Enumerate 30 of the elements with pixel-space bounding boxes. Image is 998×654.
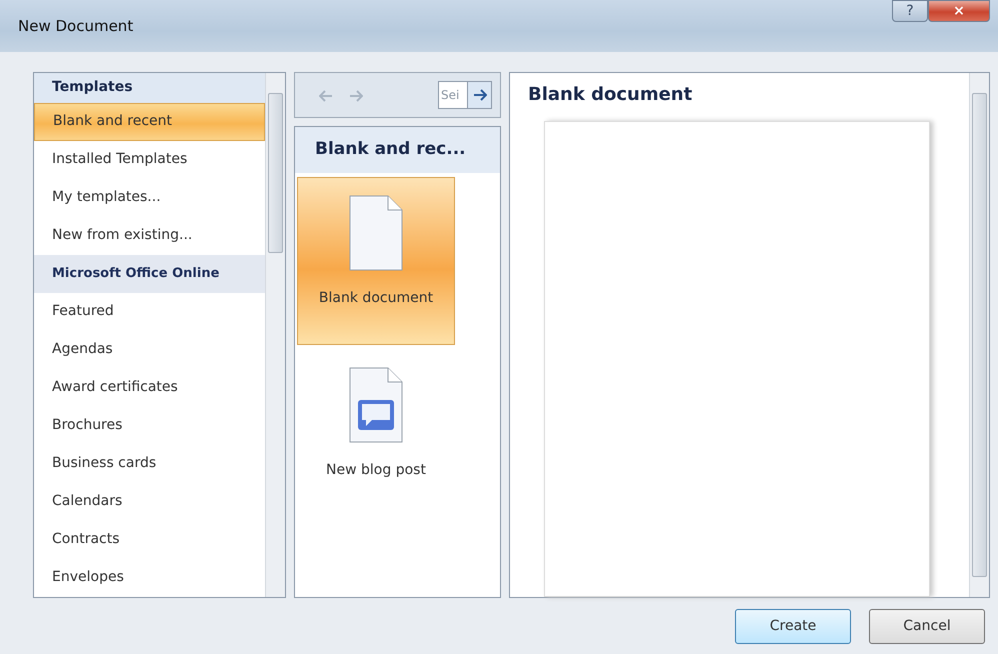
left-arrow-icon bbox=[319, 90, 333, 102]
scrollbar[interactable] bbox=[265, 73, 285, 597]
gallery-header: Blank and rec... bbox=[295, 127, 500, 173]
template-category[interactable]: My templates... bbox=[34, 178, 265, 217]
right-arrow-icon bbox=[472, 88, 486, 101]
template-category[interactable]: Envelopes bbox=[34, 558, 265, 597]
dialog-button[interactable]: Create bbox=[735, 608, 851, 644]
template-category[interactable]: Award certificates bbox=[34, 368, 265, 407]
help-button[interactable]: ? bbox=[892, 0, 928, 22]
close-button[interactable]: × bbox=[928, 0, 990, 22]
window-title: New Document bbox=[18, 16, 134, 37]
template-category[interactable]: Agendas bbox=[34, 330, 265, 369]
template-tile[interactable]: New blog post bbox=[297, 349, 455, 517]
dialog-button[interactable]: Cancel bbox=[869, 608, 985, 644]
template-category[interactable]: Blank and recent bbox=[34, 102, 265, 141]
template-category[interactable]: Featured bbox=[34, 292, 265, 331]
scrollbar[interactable] bbox=[969, 73, 989, 597]
list-header: Templates bbox=[34, 73, 265, 103]
template-tile[interactable]: Blank document bbox=[297, 177, 455, 345]
template-category[interactable]: Installed Templates bbox=[34, 140, 265, 179]
template-category[interactable]: Calendars bbox=[34, 482, 265, 521]
go-button[interactable] bbox=[468, 81, 492, 109]
section-header[interactable]: Microsoft Office Online bbox=[34, 254, 265, 293]
template-category[interactable]: Contracts bbox=[34, 520, 265, 559]
preview-title: Blank document bbox=[527, 83, 694, 107]
search-field[interactable]: Sei bbox=[438, 81, 468, 109]
template-category[interactable]: New from existing... bbox=[34, 216, 265, 255]
template-category[interactable]: Brochures bbox=[34, 406, 265, 445]
template-category[interactable]: Business cards bbox=[34, 444, 265, 483]
right-arrow-icon bbox=[349, 90, 363, 102]
